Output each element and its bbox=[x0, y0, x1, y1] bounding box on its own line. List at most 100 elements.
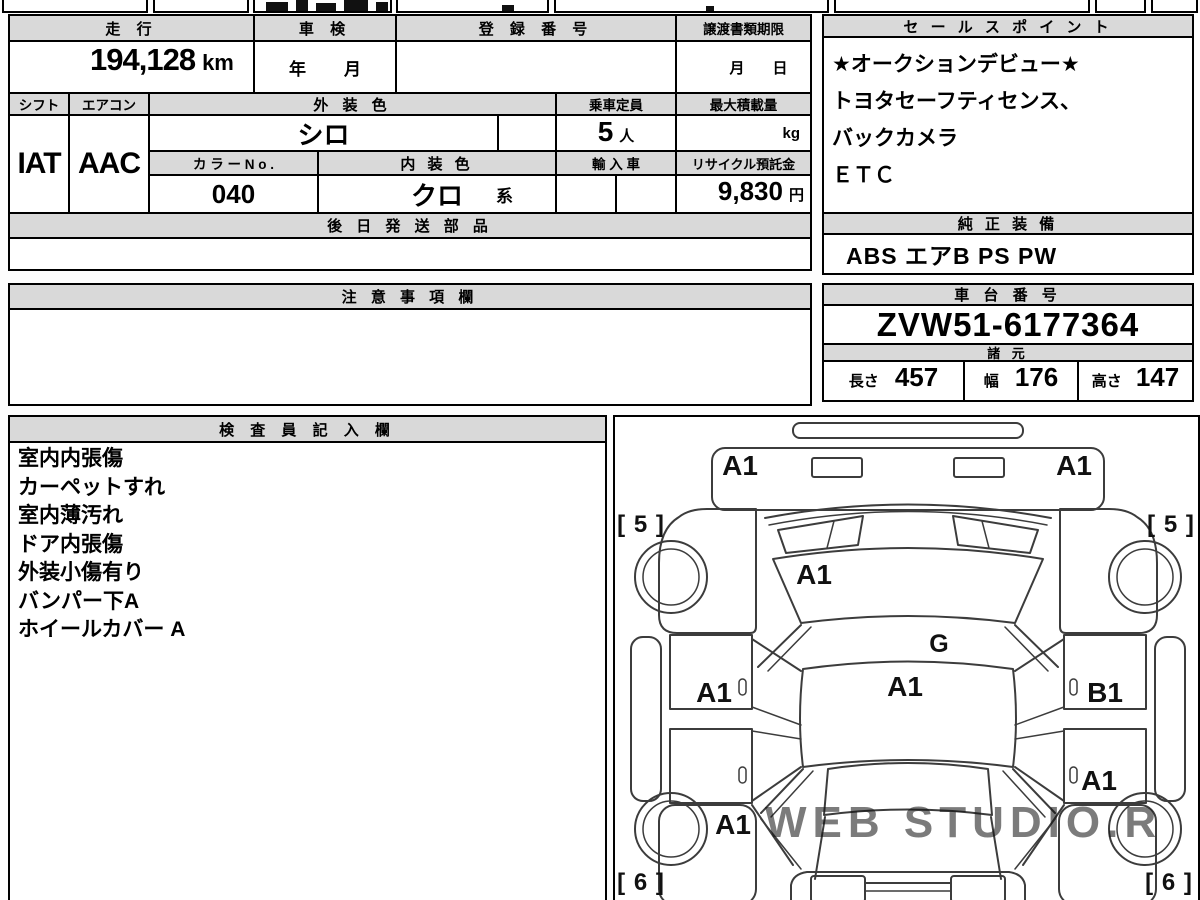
color-no-value: 040 bbox=[148, 174, 319, 214]
notes-body bbox=[8, 308, 812, 406]
mileage-number: 194,128 bbox=[90, 42, 196, 77]
equipment-header: 純 正 装 備 bbox=[822, 212, 1194, 235]
top-row-fragment bbox=[153, 0, 249, 13]
top-row-fragment bbox=[1151, 0, 1198, 13]
recycle-value: 9,830 円 bbox=[675, 174, 812, 214]
interior-color-suffix: 系 bbox=[496, 186, 513, 206]
shaken-month-label: 月 bbox=[344, 59, 361, 79]
damage-label-front-bumper-right: A1 bbox=[1056, 450, 1092, 481]
aircon-value: AAC bbox=[68, 114, 150, 214]
notes-header: 注 意 事 項 欄 bbox=[8, 283, 812, 310]
cut-text-fragment bbox=[706, 6, 714, 11]
inspector-note: バンパー下A bbox=[18, 589, 140, 613]
mileage-value: 194,128 km bbox=[8, 40, 255, 94]
import-value-1 bbox=[555, 174, 617, 214]
interior-color-name: クロ bbox=[410, 180, 463, 211]
glass-line bbox=[1014, 730, 1065, 740]
glass-line bbox=[1014, 706, 1065, 726]
sales-point-line: ★オークションデビュー★ bbox=[832, 53, 1080, 76]
damage-label-front-left-door: A1 bbox=[696, 677, 732, 708]
inspector-body: 室内内張傷 カーペットすれ 室内薄汚れ ドア内張傷 外装小傷有り バンパー下A … bbox=[8, 441, 607, 900]
exterior-color-header: 外 装 色 bbox=[148, 92, 557, 116]
inspector-note: 室内薄汚れ bbox=[18, 504, 123, 527]
shift-header: シフト bbox=[8, 92, 70, 116]
top-row-fragment bbox=[554, 0, 829, 13]
auction-sheet: 走 行 車 検 登 録 番 号 譲渡書類期限 194,128 km 年 月 月 … bbox=[0, 0, 1200, 900]
interior-color-value: クロ 系 bbox=[317, 174, 557, 214]
inspector-note: ドア内張傷 bbox=[18, 532, 123, 556]
front-left-lamp bbox=[811, 457, 863, 478]
recycle-number: 9,830 bbox=[717, 176, 783, 206]
front-left-door-handle bbox=[738, 678, 747, 696]
rear-bumper-right-insert bbox=[950, 875, 1006, 900]
import-header: 輸 入 車 bbox=[555, 150, 677, 176]
exterior-color-value: シロ bbox=[148, 114, 499, 152]
cowl-line bbox=[768, 510, 1048, 526]
later-shipping-header: 後 日 発 送 部 品 bbox=[8, 212, 812, 239]
tire-label-front-right: [ 5 ] bbox=[1147, 511, 1195, 538]
front-bumper bbox=[711, 447, 1105, 511]
right-rocker bbox=[1154, 636, 1186, 802]
top-row-fragment bbox=[834, 0, 1090, 13]
chassis-number-header: 車 台 番 号 bbox=[822, 283, 1194, 306]
damage-label-hood: A1 bbox=[796, 559, 832, 590]
sales-points-header: セ ー ル ス ポ イ ン ト bbox=[822, 14, 1194, 38]
cut-text-fragment bbox=[502, 5, 514, 11]
sales-point-line: バックカメラ bbox=[832, 127, 958, 150]
front-right-lamp bbox=[953, 457, 1005, 478]
inspector-note: 室内内張傷 bbox=[18, 447, 123, 470]
damage-label-rear-right-door: A1 bbox=[1081, 765, 1117, 796]
damage-label-roof: A1 bbox=[887, 671, 923, 702]
front-left-wheel bbox=[634, 540, 708, 614]
tire-label-rear-right: [ 6 ] bbox=[1145, 869, 1193, 896]
cut-text-fragment bbox=[266, 2, 288, 11]
front-bumper-strip bbox=[792, 422, 1024, 439]
damage-label-front-bumper-left: A1 bbox=[722, 450, 758, 481]
left-rocker bbox=[630, 636, 662, 802]
top-row-fragment bbox=[396, 0, 549, 13]
glass-line bbox=[751, 706, 802, 726]
chassis-number-value: ZVW51-6177364 bbox=[822, 304, 1194, 345]
cut-text-fragment bbox=[316, 3, 336, 11]
cut-text-fragment bbox=[296, 0, 308, 11]
shaken-year-label: 年 bbox=[289, 59, 306, 79]
inspector-note: 外装小傷有り bbox=[18, 561, 144, 584]
max-load-unit: kg bbox=[782, 124, 800, 142]
damage-label-rear-left-quarter: A1 bbox=[715, 809, 751, 840]
registration-header: 登 録 番 号 bbox=[395, 14, 677, 42]
front-left-wheel-rim bbox=[642, 548, 700, 606]
later-shipping-value bbox=[8, 237, 812, 271]
recycle-header: リサイクル預託金 bbox=[675, 150, 812, 176]
inspector-header: 検 査 員 記 入 欄 bbox=[8, 415, 607, 443]
capacity-unit: 人 bbox=[619, 128, 635, 145]
front-right-door-handle bbox=[1069, 678, 1078, 696]
sales-points-body: ★オークションデビュー★ トヨタセーフティセンス、 バックカメラ ＥＴＣ bbox=[822, 36, 1194, 214]
damage-label-windshield: G bbox=[929, 630, 948, 658]
car-damage-diagram: WEB STUDIO.R A1 A1 [ 5 ] [ 5 ] A1 G A1 A… bbox=[617, 422, 1195, 900]
spec-length-label: 長さ bbox=[848, 373, 879, 390]
rear-right-door-handle bbox=[1069, 766, 1078, 784]
shaken-value: 年 月 bbox=[253, 40, 397, 94]
tire-label-rear-left: [ 6 ] bbox=[617, 869, 665, 896]
rear-left-wheel-rim bbox=[642, 800, 700, 858]
exterior-color-extra bbox=[497, 114, 557, 152]
cowl-panel-right-split bbox=[981, 520, 990, 549]
max-load-value: kg bbox=[675, 114, 812, 152]
mileage-unit: km bbox=[202, 50, 234, 75]
spec-length: 長さ 457 bbox=[822, 360, 965, 402]
spec-width: 幅 176 bbox=[963, 360, 1079, 402]
tire-label-front-left: [ 5 ] bbox=[617, 511, 665, 538]
sales-point-line: トヨタセーフティセンス、 bbox=[832, 90, 1082, 113]
rear-left-door bbox=[669, 728, 753, 804]
rear-left-door-handle bbox=[738, 766, 747, 784]
transfer-deadline-header: 譲渡書類期限 bbox=[675, 14, 812, 42]
capacity-value: 5 人 bbox=[555, 114, 677, 152]
registration-value bbox=[395, 40, 677, 94]
equipment-value: ABS エアB PS PW bbox=[822, 233, 1194, 275]
spec-width-label: 幅 bbox=[983, 373, 999, 390]
transfer-deadline-value: 月 日 bbox=[675, 40, 812, 94]
inspector-note: ホイールカバー A bbox=[18, 618, 186, 641]
transfer-day-label: 日 bbox=[772, 59, 788, 77]
shift-value: IAT bbox=[8, 114, 70, 214]
import-value-2 bbox=[615, 174, 677, 214]
